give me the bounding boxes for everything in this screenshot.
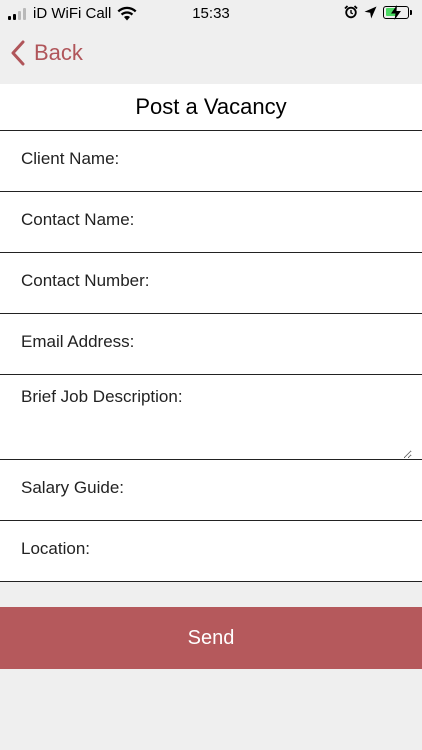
contact-number-label: Contact Number: bbox=[21, 271, 150, 290]
location-label: Location: bbox=[21, 539, 90, 558]
client-name-field[interactable]: Client Name: bbox=[0, 131, 422, 192]
page-title: Post a Vacancy bbox=[0, 84, 422, 131]
job-description-label: Brief Job Description: bbox=[21, 387, 183, 406]
contact-name-label: Contact Name: bbox=[21, 210, 135, 229]
alarm-clock-icon bbox=[344, 5, 358, 19]
client-name-input[interactable] bbox=[200, 131, 412, 191]
salary-guide-field[interactable]: Salary Guide: bbox=[0, 460, 422, 521]
job-description-field[interactable]: Brief Job Description: bbox=[0, 375, 422, 460]
back-button[interactable]: Back bbox=[10, 40, 83, 66]
location-field[interactable]: Location: bbox=[0, 521, 422, 582]
contact-number-field[interactable]: Contact Number: bbox=[0, 253, 422, 314]
location-arrow-icon bbox=[364, 6, 377, 18]
bolt-icon bbox=[391, 4, 401, 20]
chevron-left-icon bbox=[11, 40, 25, 66]
status-bar: iD WiFi Call 15:33 bbox=[0, 0, 422, 28]
contact-number-input[interactable] bbox=[200, 253, 412, 313]
battery-cap bbox=[410, 9, 412, 15]
email-address-input[interactable] bbox=[200, 314, 412, 374]
salary-guide-label: Salary Guide: bbox=[21, 478, 124, 497]
salary-guide-input[interactable] bbox=[200, 460, 412, 520]
email-address-label: Email Address: bbox=[21, 332, 135, 351]
status-bar-right bbox=[344, 4, 412, 20]
navigation-bar: Back bbox=[0, 28, 422, 84]
back-label: Back bbox=[34, 40, 83, 65]
vacancy-form: Post a Vacancy Client Name: Contact Name… bbox=[0, 84, 422, 582]
email-address-field[interactable]: Email Address: bbox=[0, 314, 422, 375]
battery-charging-icon bbox=[383, 4, 409, 20]
contact-name-input[interactable] bbox=[200, 192, 412, 252]
job-description-input[interactable] bbox=[21, 417, 412, 459]
location-input[interactable] bbox=[200, 521, 412, 581]
contact-name-field[interactable]: Contact Name: bbox=[0, 192, 422, 253]
send-button[interactable]: Send bbox=[0, 607, 422, 669]
client-name-label: Client Name: bbox=[21, 149, 120, 168]
